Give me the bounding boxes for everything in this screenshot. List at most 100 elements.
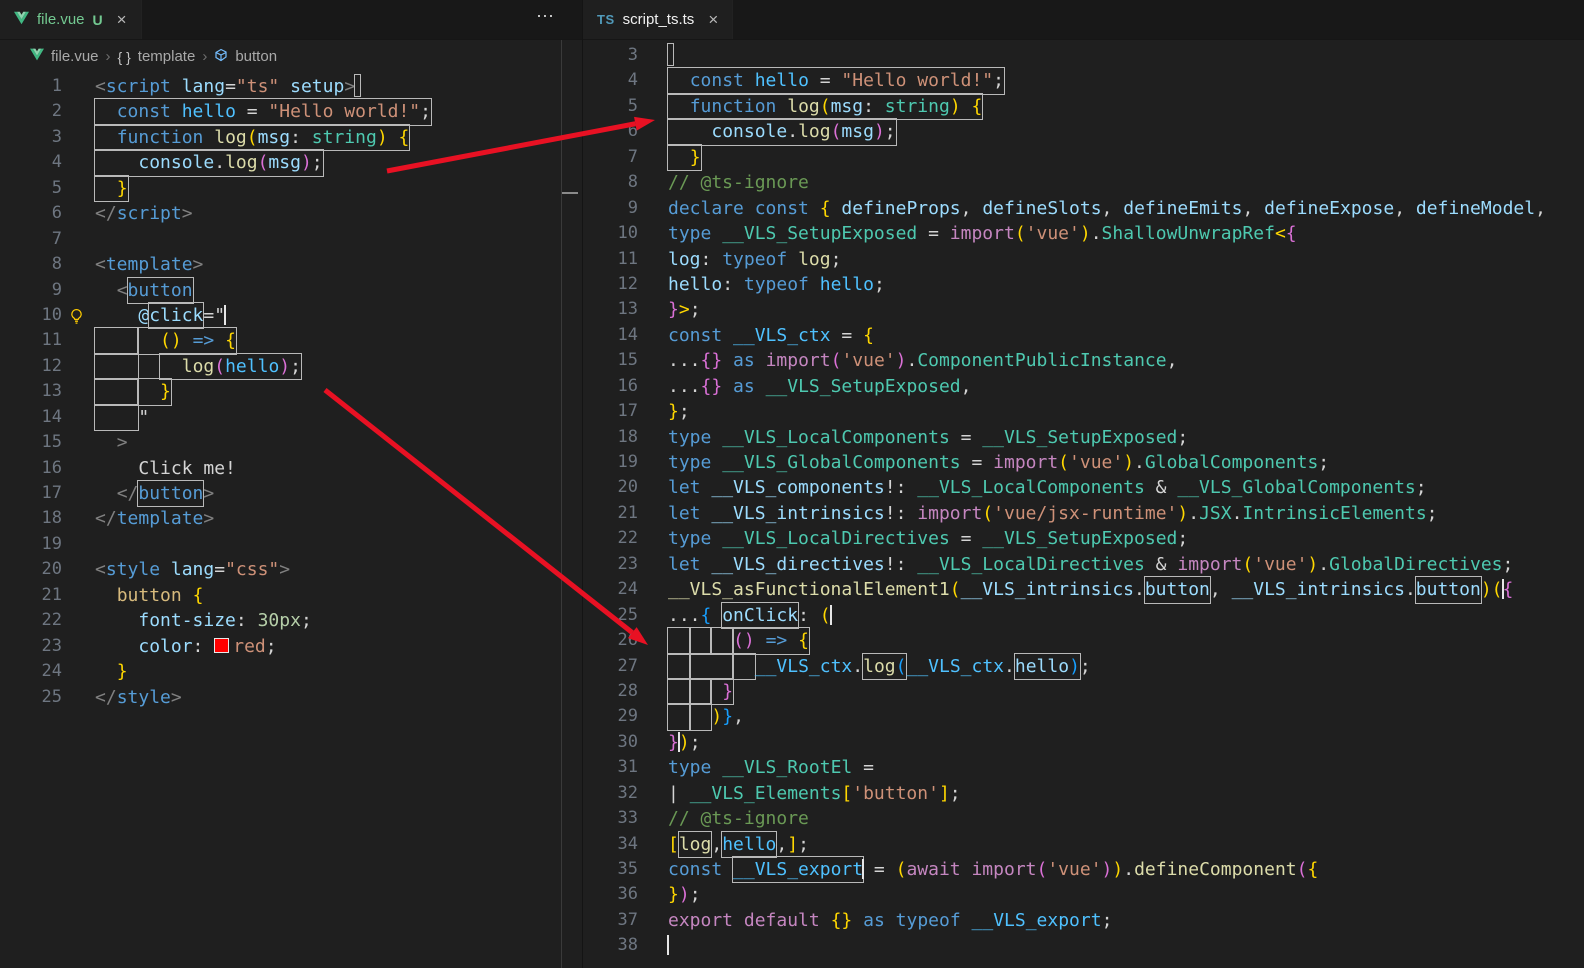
code-line[interactable]: 26 () => { <box>583 627 1584 655</box>
tab-file-vue[interactable]: file.vue U × <box>0 0 142 39</box>
mapping-box: hello) <box>1013 652 1081 680</box>
code-token: ShallowUnwrapRef <box>1101 223 1275 245</box>
line-number: 10 <box>617 223 638 244</box>
code-line[interactable]: 17}; <box>583 399 1584 424</box>
code-line[interactable]: 15 ...{} as import('vue').ComponentPublic… <box>583 348 1584 373</box>
code-line[interactable]: 22 type __VLS_LocalDirectives = __VLS_Set… <box>583 526 1584 551</box>
code-line[interactable]: 12 hello: typeof hello; <box>583 272 1584 297</box>
code-token: } <box>689 146 701 168</box>
code-line[interactable]: 11 log: typeof log; <box>583 247 1584 272</box>
code-line[interactable]: 27 __VLS_ctx.log(__VLS_ctx.hello); <box>583 652 1584 680</box>
code-token: defineComponent <box>1134 859 1297 880</box>
code-token: __VLS_ctx <box>754 655 853 677</box>
code-line[interactable]: 12 log(hello); <box>0 352 582 381</box>
close-icon[interactable]: × <box>117 10 127 30</box>
code-line[interactable]: 35 const __VLS_export = (await import('vu… <box>583 855 1584 884</box>
code-line[interactable]: 30}); <box>583 730 1584 755</box>
code-line[interactable]: 20 <style lang="css"> <box>0 557 582 582</box>
code-line[interactable]: 13}>; <box>583 297 1584 322</box>
code-content <box>667 43 674 68</box>
code-line[interactable]: 15 > <box>0 430 582 455</box>
breadcrumb-scope[interactable]: template <box>138 48 196 65</box>
code-token: log <box>214 126 247 148</box>
left-editor-group: file.vue U × ⋯ file.vue › { } template ›… <box>0 0 582 968</box>
code-line[interactable]: 24 __VLS_asFunctionalElement1(__VLS_intri… <box>583 576 1584 604</box>
code-line[interactable]: 24 } <box>0 659 582 684</box>
left-code-area[interactable]: 1 <script lang="ts" setup> 2 const hello =… <box>0 74 582 710</box>
code-line[interactable]: 18 </template> <box>0 506 582 531</box>
right-code-area[interactable]: 34 const hello = "Hello world!"; 5 functi… <box>583 43 1584 959</box>
mapping-box: function log(msg: string) { <box>666 92 984 121</box>
code-line[interactable]: 29 )}, <box>583 703 1584 731</box>
code-line[interactable]: 23 let __VLS_directives!: __VLS_LocalDire… <box>583 552 1584 577</box>
code-line[interactable]: 19 type __VLS_GlobalComponents = import('… <box>583 450 1584 475</box>
code-line[interactable]: 28 } <box>583 677 1584 706</box>
code-token: const <box>689 70 744 92</box>
code-line[interactable]: 1 <script lang="ts" setup> <box>0 74 582 99</box>
code-line[interactable]: 9 declare const { defineProps, defineSlot… <box>583 196 1584 221</box>
code-content: }; <box>668 399 690 424</box>
code-line[interactable]: 14 const __VLS_ctx = { <box>583 323 1584 348</box>
code-line[interactable]: 32 | __VLS_Elements['button']; <box>583 781 1584 806</box>
breadcrumb-element[interactable]: button <box>235 48 277 65</box>
code-line[interactable]: 20 let __VLS_components!: __VLS_LocalComp… <box>583 475 1584 500</box>
tab-script-ts[interactable]: TS script_ts.ts × <box>583 0 734 39</box>
code-line[interactable]: 16 Click me! <box>0 456 582 481</box>
more-actions-button[interactable]: ⋯ <box>536 6 556 27</box>
code-token: ) <box>949 95 961 117</box>
editor-sash-divider[interactable] <box>561 40 562 968</box>
code-line[interactable]: 33 // @ts-ignore <box>583 806 1584 831</box>
code-token: as <box>733 375 755 397</box>
code-line[interactable]: 11 () => { <box>0 327 582 355</box>
code-line[interactable]: 7 <box>0 227 582 252</box>
code-line[interactable]: 25 ...{ onClick: ( <box>583 601 1584 630</box>
code-token: . <box>787 121 799 143</box>
code-line[interactable]: 4 console.log(msg); <box>0 149 582 177</box>
mapping-box: () => { <box>137 327 237 355</box>
code-token: > <box>170 686 182 708</box>
code-content: </button> <box>95 479 214 508</box>
code-line[interactable]: 23 color: red; <box>0 634 582 659</box>
code-line[interactable]: 8 // @ts-ignore <box>583 170 1584 195</box>
code-line[interactable]: 17 </button> <box>0 479 582 508</box>
code-line[interactable]: 10 type __VLS_SetupExposed = import('vue'… <box>583 221 1584 246</box>
code-line[interactable]: 38 <box>583 933 1584 958</box>
code-line[interactable]: 8 <template> <box>0 252 582 277</box>
breadcrumb-file[interactable]: file.vue <box>51 48 99 65</box>
code-line[interactable]: 5 function log(msg: string) { <box>583 92 1584 121</box>
code-line[interactable]: 16 ...{} as __VLS_SetupExposed, <box>583 374 1584 399</box>
code-token: , <box>1101 197 1124 219</box>
code-line[interactable]: 14 " <box>0 403 582 432</box>
code-line[interactable]: 2 const hello = "Hello world!"; <box>0 98 582 126</box>
code-line[interactable]: 21 let __VLS_intrinsics!: import('vue/jsx… <box>583 501 1584 526</box>
code-token: ; <box>1318 452 1330 473</box>
code-line[interactable]: 5 } <box>0 174 582 203</box>
code-token: __VLS_export <box>733 859 864 880</box>
code-line[interactable]: 4 const hello = "Hello world!"; <box>583 67 1584 95</box>
code-token: !: <box>884 553 918 575</box>
code-line[interactable]: 18 type __VLS_LocalComponents = __VLS_Set… <box>583 425 1584 450</box>
line-number: 30 <box>617 731 638 752</box>
code-line[interactable]: 10 @click=" <box>0 301 582 330</box>
code-line[interactable]: 19 <box>0 532 582 557</box>
css-color-swatch[interactable] <box>214 637 230 653</box>
code-line[interactable]: 22 font-size: 30px; <box>0 608 582 633</box>
code-line[interactable]: 34 [log,hello,]; <box>583 830 1584 859</box>
mapping-box <box>93 403 140 432</box>
code-line[interactable]: 37 export default {} as typeof __VLS_expo… <box>583 908 1584 933</box>
code-line[interactable]: 13 } <box>0 378 582 406</box>
code-line[interactable]: 31 type __VLS_RootEl = <box>583 755 1584 780</box>
code-line[interactable]: 7 } <box>583 143 1584 172</box>
code-token: . <box>1318 553 1330 575</box>
code-line[interactable]: 6 </script> <box>0 201 582 226</box>
code-line[interactable]: 9 <button <box>0 276 582 304</box>
close-icon[interactable]: × <box>708 10 718 30</box>
code-line[interactable]: 3 <box>583 43 1584 68</box>
code-line[interactable]: 3 function log(msg: string) { <box>0 123 582 152</box>
code-line[interactable]: 21 button { <box>0 583 582 608</box>
code-line[interactable]: 6 console.log(msg); <box>583 118 1584 146</box>
code-line[interactable]: 36}); <box>583 882 1584 907</box>
code-line[interactable]: 25 </style> <box>0 685 582 710</box>
